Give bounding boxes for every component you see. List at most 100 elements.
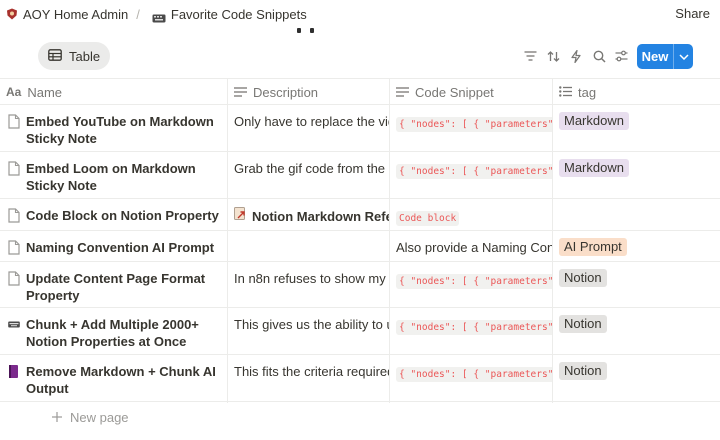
description-cell[interactable]: Only have to replace the video l: [228, 105, 389, 152]
tag-cell[interactable]: Notion: [553, 355, 720, 402]
page-icon: [8, 114, 20, 129]
text-lines-icon: [396, 85, 409, 100]
tag-badge: Notion: [559, 362, 607, 380]
code-snippet-cell[interactable]: { "nodes": [ { "parameters": {: [390, 262, 552, 308]
workspace-shield-icon: [6, 8, 18, 20]
name-cell[interactable]: Code Block on Notion Property: [0, 199, 227, 231]
automation-lightning-icon[interactable]: [569, 49, 583, 63]
inline-code: Code block: [396, 211, 460, 226]
column-code-label: Code Snippet: [415, 84, 494, 100]
description-text: Only have to replace the video l: [234, 114, 389, 129]
row-title[interactable]: Embed YouTube on Markdown Sticky Note: [26, 113, 221, 152]
name-cell[interactable]: Update Content Page Format Property: [0, 262, 227, 308]
filter-icon[interactable]: [523, 49, 537, 63]
tag-cell[interactable]: Markdown: [553, 152, 720, 199]
code-snippet-cell[interactable]: Also provide a Naming Convent: [390, 231, 552, 262]
name-cell[interactable]: Chunk + Add Multiple 2000+ Notion Proper…: [0, 308, 227, 355]
tag-cell[interactable]: Markdown: [553, 105, 720, 152]
keyboard-icon: [152, 10, 166, 22]
tag-badge: Notion: [559, 315, 607, 333]
table-row[interactable]: Chunk + Add Multiple 2000+ Notion Proper…: [0, 308, 720, 355]
inline-code: { "nodes": [ { "parameters": {: [396, 320, 552, 335]
table-row[interactable]: Update Content Page Format Property In n8…: [0, 262, 720, 308]
description-text: In n8n refuses to show my form: [234, 271, 389, 286]
tag-cell[interactable]: Notion: [553, 308, 720, 355]
name-cell[interactable]: Embed YouTube on Markdown Sticky Note: [0, 105, 227, 152]
tag-cell[interactable]: Notion: [553, 262, 720, 308]
tag-badge: AI Prompt: [559, 238, 627, 256]
table-row[interactable]: Remove Markdown + Chunk AI Output This fi…: [0, 355, 720, 402]
description-cell[interactable]: This gives us the ability to upda: [228, 308, 389, 355]
view-bar: Table New: [0, 42, 720, 70]
chevron-down-icon[interactable]: [674, 53, 693, 60]
table-row[interactable]: Naming Convention AI Prompt Also provide …: [0, 231, 720, 262]
book-icon: [8, 364, 20, 379]
code-snippet-cell[interactable]: { "nodes": [ { "parameters": {: [390, 355, 552, 402]
inline-code: { "nodes": [ { "parameters": {: [396, 367, 552, 382]
code-snippet-cell[interactable]: { "nodes": [ { "parameters": {: [390, 308, 552, 355]
tag-badge: Markdown: [559, 112, 629, 130]
row-title[interactable]: Remove Markdown + Chunk AI Output: [26, 363, 221, 402]
row-title[interactable]: Chunk + Add Multiple 2000+ Notion Proper…: [26, 316, 221, 355]
settings-sliders-icon[interactable]: [614, 49, 628, 63]
new-button[interactable]: New: [637, 44, 693, 69]
share-button[interactable]: Share: [675, 6, 710, 21]
sort-icon[interactable]: [546, 49, 560, 63]
text-property-icon: Aa: [6, 85, 22, 99]
column-header-name[interactable]: Aa Name: [6, 79, 62, 105]
text-lines-icon: [234, 85, 247, 100]
table-row[interactable]: Embed YouTube on Markdown Sticky Note Onl…: [0, 105, 720, 152]
inline-code: { "nodes": [ { "parameters": {: [396, 164, 552, 179]
row-title[interactable]: Update Content Page Format Property: [26, 270, 221, 308]
database-table: Aa Name Description Code Snippet tag Emb…: [0, 78, 720, 403]
tag-cell[interactable]: [553, 199, 720, 231]
tag-badge: Notion: [559, 269, 607, 287]
page-icon: [8, 271, 20, 286]
new-page-button[interactable]: New page: [52, 410, 129, 425]
tag-badge: Markdown: [559, 159, 629, 177]
new-button-label: New: [641, 49, 669, 64]
table-row[interactable]: Embed Loom on Markdown Sticky Note Grab t…: [0, 152, 720, 199]
column-header-description[interactable]: Description: [234, 79, 318, 105]
column-header-code[interactable]: Code Snippet: [396, 79, 494, 105]
name-cell[interactable]: Naming Convention AI Prompt: [0, 231, 227, 262]
breadcrumb-separator: /: [136, 6, 140, 22]
table-header: Aa Name Description Code Snippet tag: [0, 78, 720, 105]
table-row[interactable]: Code Block on Notion Property Notion Mark…: [0, 199, 720, 231]
code-snippet-cell[interactable]: { "nodes": [ { "parameters": {: [390, 152, 552, 199]
description-cell[interactable]: In n8n refuses to show my form: [228, 262, 389, 308]
tab-table-view[interactable]: Table: [38, 42, 111, 70]
name-cell[interactable]: Remove Markdown + Chunk AI Output: [0, 355, 227, 402]
page-icon: [8, 208, 20, 223]
column-description-label: Description: [253, 84, 319, 100]
breadcrumb-workspace[interactable]: AOY Home Admin: [23, 7, 128, 22]
drag-handle-icon[interactable]: [297, 28, 314, 33]
description-cell[interactable]: Grab the gif code from the shar: [228, 152, 389, 199]
tag-cell[interactable]: AI Prompt: [553, 231, 720, 262]
row-title[interactable]: Code Block on Notion Property: [26, 207, 221, 231]
keyboard-icon: [8, 317, 20, 332]
description-cell[interactable]: Notion Markdown Referen: [228, 199, 389, 231]
tab-table-label: Table: [69, 48, 101, 64]
row-title[interactable]: Embed Loom on Markdown Sticky Note: [26, 160, 221, 199]
name-cell[interactable]: Embed Loom on Markdown Sticky Note: [0, 152, 227, 199]
plus-icon: [52, 410, 62, 425]
multi-select-list-icon: [559, 85, 572, 100]
new-page-label: New page: [70, 410, 129, 425]
description-text: This fits the criteria required by: [234, 364, 389, 379]
inline-code: { "nodes": [ { "parameters": {: [396, 117, 552, 132]
inline-code: { "nodes": [ { "parameters": {: [396, 274, 552, 289]
search-icon[interactable]: [592, 49, 606, 63]
top-bar: AOY Home Admin / Favorite Code Snippets …: [0, 0, 720, 28]
description-cell[interactable]: This fits the criteria required by: [228, 355, 389, 402]
code-snippet-cell[interactable]: { "nodes": [ { "parameters": {: [390, 105, 552, 152]
page-icon: [8, 161, 20, 176]
column-name-label: Name: [27, 84, 63, 100]
description-cell[interactable]: [228, 231, 389, 262]
breadcrumb-page[interactable]: Favorite Code Snippets: [171, 7, 307, 22]
code-snippet-cell[interactable]: Code block: [390, 199, 552, 231]
column-header-tag[interactable]: tag: [559, 79, 596, 105]
row-title[interactable]: Naming Convention AI Prompt: [26, 239, 221, 262]
page-mention[interactable]: Notion Markdown Referen: [234, 207, 389, 225]
table-icon: [48, 48, 62, 64]
